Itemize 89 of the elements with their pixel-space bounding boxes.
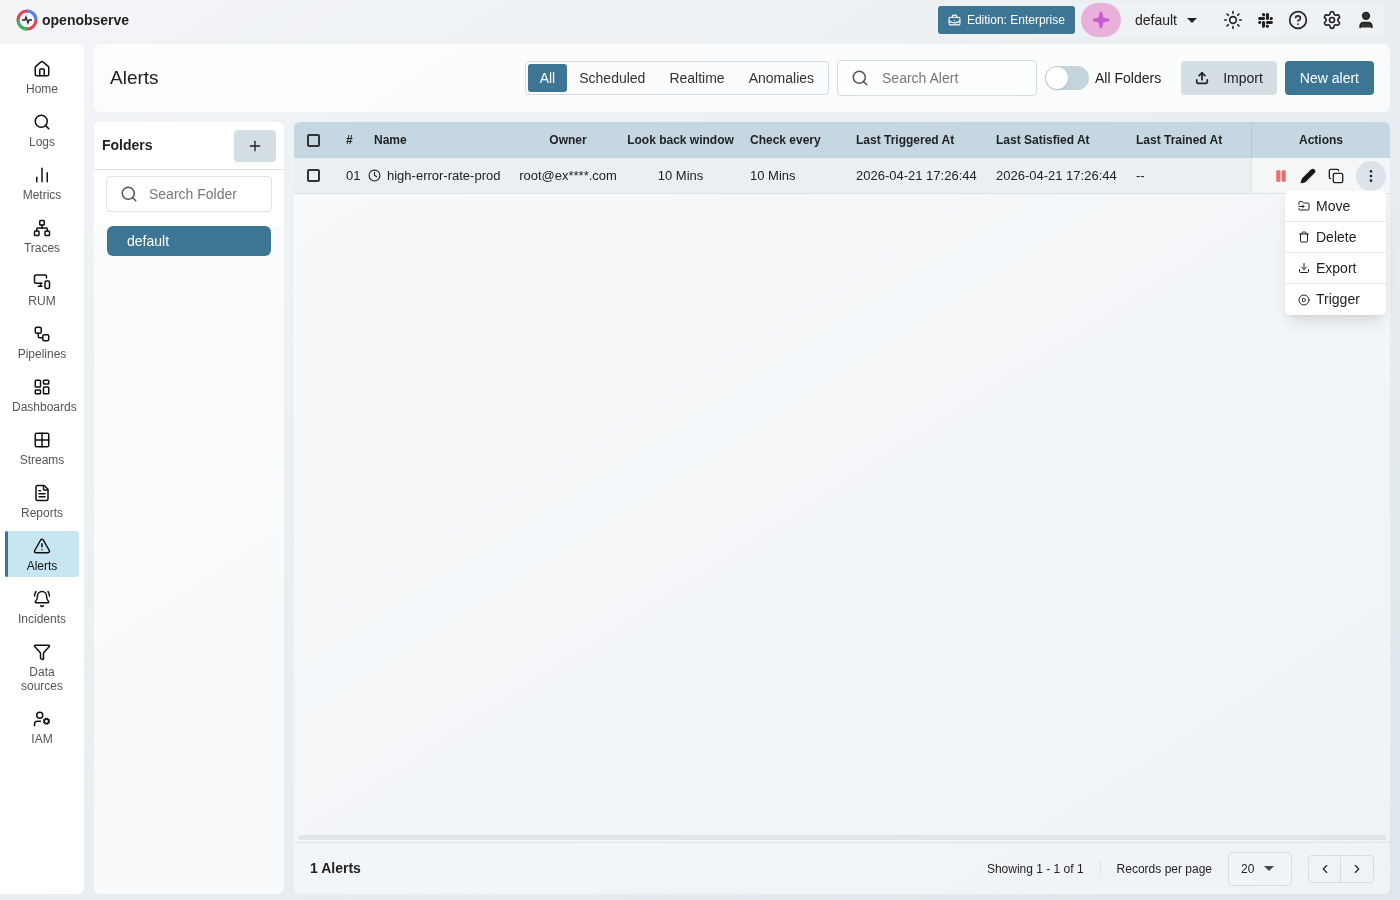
menu-item[interactable]: Export — [1285, 253, 1386, 284]
new-alert-button[interactable]: New alert — [1284, 61, 1374, 95]
sidebar-item[interactable]: Alerts — [5, 531, 79, 577]
clock-icon — [368, 169, 381, 182]
filter-tab[interactable]: Realtime — [657, 64, 737, 92]
column-header: Last Triggered At — [855, 132, 956, 149]
table-cell-text: 10 Mins — [749, 166, 797, 185]
filter-tab[interactable]: Scheduled — [567, 64, 658, 92]
user-icon[interactable] — [1356, 10, 1376, 30]
column-header: Owner — [548, 132, 588, 149]
briefcase-icon — [947, 13, 961, 27]
checkbox[interactable] — [306, 169, 320, 182]
help-icon[interactable] — [1288, 10, 1308, 30]
sparkle-icon — [1091, 11, 1110, 29]
all-folders-label: All Folders — [1095, 68, 1162, 88]
metrics-icon — [33, 166, 51, 184]
traces-icon — [33, 219, 51, 237]
per-page-select[interactable]: 20 — [1228, 851, 1292, 886]
streams-icon — [33, 431, 51, 449]
logs-icon — [33, 113, 51, 131]
records-per-page-label: Records per page — [1116, 860, 1212, 878]
alerts-icon — [33, 537, 51, 555]
home-icon — [33, 60, 51, 78]
table-cell-text: -- — [1135, 166, 1146, 185]
table-cell-text: 01 — [345, 166, 362, 185]
sidebar-item[interactable]: Pipelines — [5, 319, 79, 365]
incidents-icon — [33, 590, 51, 608]
menu-item[interactable]: Delete — [1285, 222, 1386, 253]
alerts-count: 1 Alerts — [310, 859, 361, 878]
sidebar-item[interactable]: Home — [5, 54, 79, 100]
logo-icon — [16, 9, 38, 31]
search-icon — [120, 185, 138, 203]
export-icon — [1298, 262, 1310, 274]
pagination-summary: Showing 1 - 1 of 1 — [986, 859, 1101, 878]
sidebar-item[interactable]: IAM — [5, 704, 79, 750]
sidebar-item[interactable]: RUM — [5, 266, 79, 312]
sidebar-item[interactable]: Metrics — [5, 160, 79, 206]
column-header: Last Satisfied At — [995, 132, 1091, 149]
delete-icon — [1298, 231, 1310, 243]
menu-item[interactable]: Move — [1285, 191, 1386, 222]
table-cell-text: 2026-04-21 17:26:44 — [855, 166, 978, 185]
import-button[interactable]: Import — [1181, 61, 1277, 95]
all-folders-toggle[interactable] — [1045, 66, 1090, 90]
copy-icon[interactable] — [1328, 167, 1344, 184]
table-cell-text: 2026-04-21 17:26:44 — [995, 166, 1118, 185]
column-header: Name — [373, 132, 408, 149]
sidebar-item[interactable]: Streams — [5, 425, 79, 471]
add-folder-button[interactable] — [234, 129, 276, 162]
column-header: Check every — [749, 132, 822, 149]
org-selector[interactable]: default — [1126, 9, 1205, 31]
theme-icon[interactable] — [1223, 10, 1243, 30]
filter-tab[interactable]: Anomalies — [736, 64, 827, 92]
folders-title: Folders — [102, 136, 153, 155]
alert-name[interactable]: high-error-rate-prod — [387, 165, 501, 186]
trigger-icon — [1298, 293, 1310, 306]
upload-icon — [1195, 71, 1210, 85]
column-header: Last Trained At — [1135, 132, 1224, 149]
table-cell-text: 10 Mins — [656, 166, 705, 185]
table-cell-text: root@ex****.com — [518, 166, 618, 185]
sources-icon — [33, 643, 51, 661]
logo-text[interactable]: openobserve — [42, 9, 130, 31]
checkbox[interactable] — [306, 133, 320, 147]
slack-icon[interactable] — [1257, 11, 1274, 29]
folder-search-field[interactable]: Search Folder — [106, 176, 272, 212]
search-icon — [851, 69, 870, 87]
reports-icon — [33, 484, 51, 502]
sidebar-item[interactable]: Incidents — [5, 584, 79, 630]
column-header: # — [345, 132, 354, 149]
sidebar-item[interactable]: Data sources — [5, 637, 79, 697]
pause-icon[interactable] — [1274, 168, 1288, 183]
folder-item[interactable]: default — [107, 226, 271, 256]
dashboards-icon — [33, 378, 51, 396]
edition-badge[interactable]: Edition: Enterprise — [937, 6, 1075, 34]
move-icon — [1298, 200, 1310, 212]
filter-tab[interactable]: All — [527, 64, 568, 92]
settings-icon[interactable] — [1322, 10, 1342, 30]
column-header: Look back window — [626, 132, 735, 149]
rum-icon — [33, 272, 51, 290]
menu-item[interactable]: Trigger — [1285, 284, 1386, 315]
edit-icon[interactable] — [1300, 167, 1316, 184]
pipelines-icon — [33, 325, 51, 343]
sidebar-item[interactable]: Dashboards — [5, 372, 79, 418]
sidebar-item[interactable]: Reports — [5, 478, 79, 524]
iam-icon — [33, 710, 51, 728]
search-field[interactable]: Search Alert — [837, 60, 1038, 96]
sidebar-item[interactable]: Traces — [5, 213, 79, 259]
ai-assistant-button[interactable] — [1080, 3, 1121, 37]
page-title: Alerts — [110, 65, 159, 90]
sidebar-item[interactable]: Logs — [5, 107, 79, 153]
